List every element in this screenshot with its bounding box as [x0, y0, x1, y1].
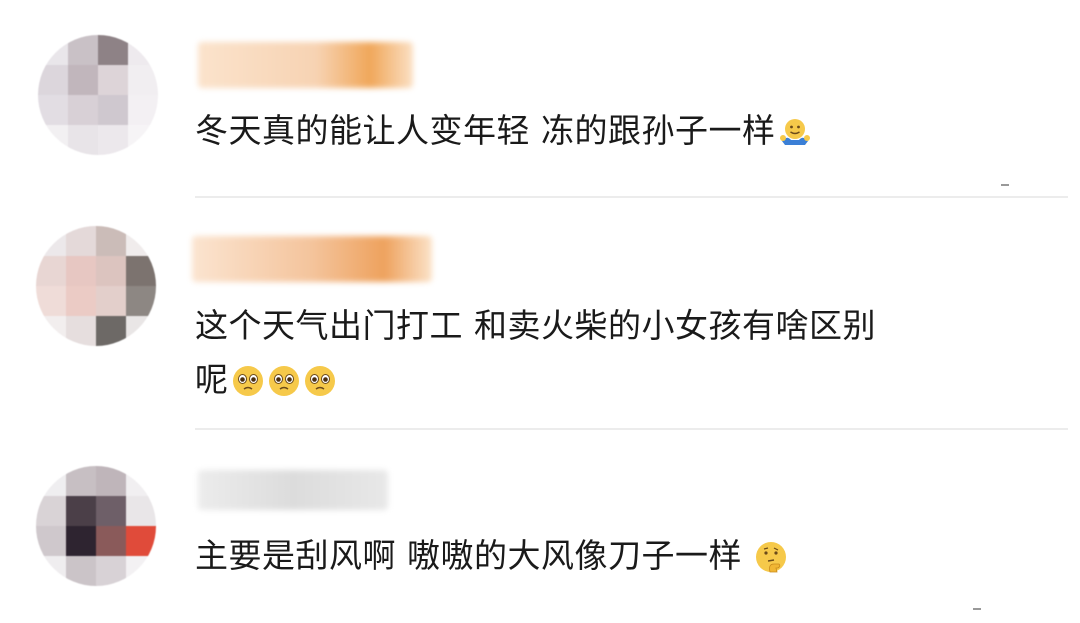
- comment-text-content: 冬天真的能让人变年轻 冻的跟孙子一样: [195, 111, 776, 150]
- comment-text-content: 主要是刮风啊 嗷嗷的大风像刀子一样: [195, 536, 742, 575]
- more-indicator: [973, 608, 981, 610]
- pleading-emoji-icon: [267, 362, 301, 396]
- comment-text: 冬天真的能让人变年轻 冻的跟孙子一样: [195, 106, 812, 156]
- avatar[interactable]: [36, 466, 156, 586]
- more-indicator: [1001, 184, 1009, 186]
- comment-text-line1: 这个天气出门打工 和卖火柴的小女孩有啥区别: [195, 306, 876, 345]
- username-blurred[interactable]: [192, 236, 432, 282]
- thinking-emoji-icon: [754, 538, 788, 572]
- comment-text-line2: 呢: [195, 360, 229, 399]
- pleading-emoji-icon: [231, 362, 265, 396]
- pleading-emoji-icon: [303, 362, 337, 396]
- comment-text: 呢: [195, 355, 337, 405]
- comment-text: 这个天气出门打工 和卖火柴的小女孩有啥区别: [195, 301, 876, 351]
- divider: [195, 196, 1068, 198]
- shrug-emoji-icon: [778, 113, 812, 147]
- comment-text: 主要是刮风啊 嗷嗷的大风像刀子一样: [195, 531, 788, 581]
- avatar[interactable]: [36, 226, 156, 346]
- divider: [195, 428, 1068, 430]
- username-blurred[interactable]: [198, 42, 413, 88]
- avatar[interactable]: [38, 35, 158, 155]
- username-blurred[interactable]: [198, 470, 388, 510]
